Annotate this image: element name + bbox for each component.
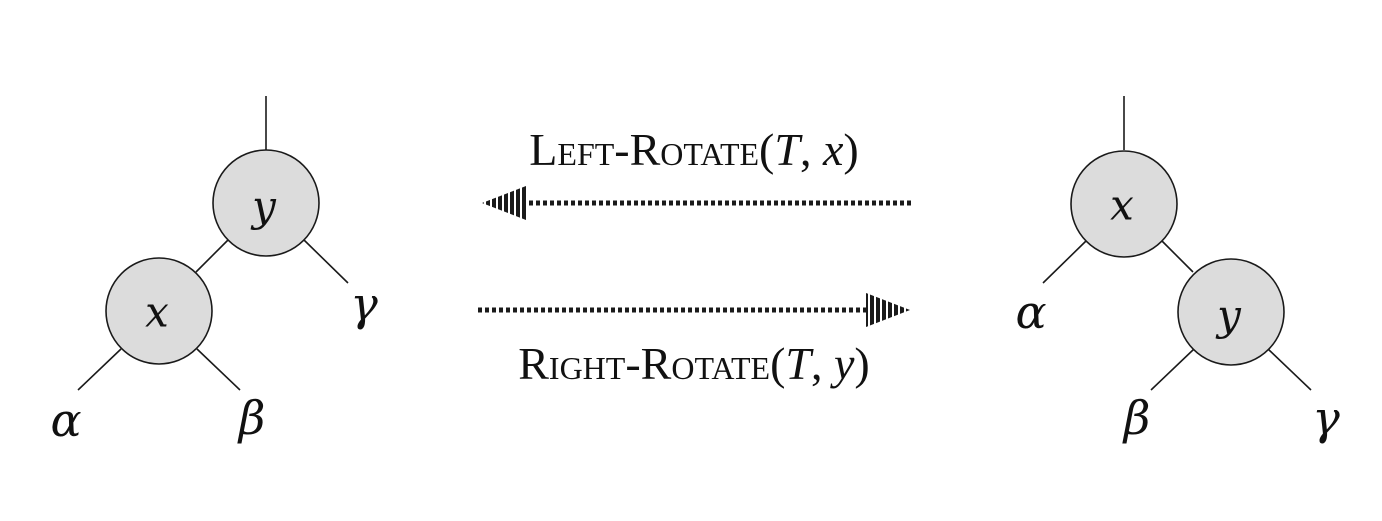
right-rotate-arrow [478,293,910,327]
right-rotate-label: Right-Rotate(T, y) [518,338,870,389]
left-tree-edge-x-alpha [77,348,122,391]
right-tree-edge-y-gamma [1267,348,1312,391]
operations: Left-Rotate(T, x) Right-Rotate(T, y) [478,124,912,389]
left-rotate-label: Left-Rotate(T, x) [529,124,858,175]
left-tree-root-label: y [250,182,277,231]
left-tree-child-node: x [105,257,213,365]
right-tree-edge-x-y [1161,240,1194,273]
right-tree-edge-y-beta [1150,348,1195,391]
left-tree-beta: β [237,391,266,445]
rotation-diagram: y x α β γ Left-Rotate(T, x) Right-Rotate… [50,96,1340,447]
left-tree-child-label: x [145,288,169,337]
left-tree-alpha: α [50,393,81,447]
right-tree-root-label: x [1110,181,1134,230]
right-tree-gamma: γ [1312,391,1340,445]
left-rotate-arrow [482,186,912,220]
left-tree-edge-y-gamma [303,239,349,284]
right-tree-child-label: y [1215,291,1242,340]
right-tree-alpha: α [1015,285,1046,339]
left-tree-edge-y-x [195,239,229,273]
left-tree-gamma: γ [350,277,378,331]
right-tree: x y α β γ [1015,96,1340,445]
left-tree-root-node: y [212,149,320,257]
right-tree-root-node: x [1070,150,1178,258]
left-tree-edge-x-beta [196,348,241,391]
right-tree-edge-x-alpha [1042,240,1087,284]
right-tree-child-node: y [1177,258,1285,366]
left-tree: y x α β γ [50,96,378,447]
right-tree-beta: β [1122,391,1151,445]
